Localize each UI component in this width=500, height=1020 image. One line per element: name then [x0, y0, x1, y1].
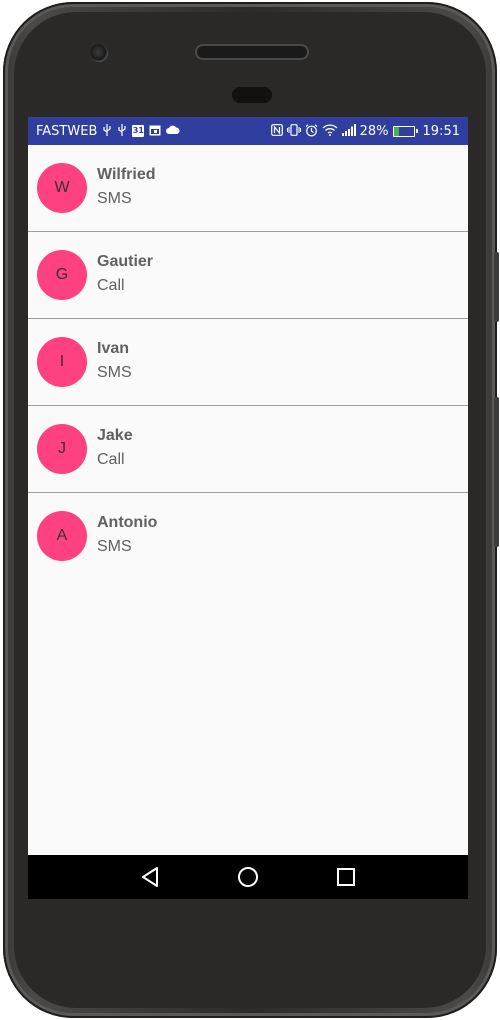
home-button[interactable] [236, 865, 260, 889]
power-button [494, 252, 499, 322]
home-circle-icon [238, 867, 258, 887]
nfc-icon [270, 124, 283, 138]
avatar: A [37, 511, 87, 561]
contact-type: Call [97, 451, 125, 468]
contact-name: Ivan [97, 340, 130, 357]
list-item[interactable]: I Ivan SMS [28, 319, 468, 406]
battery-percent: 28% [359, 123, 389, 139]
contact-type: SMS [97, 190, 132, 207]
avatar: G [37, 250, 87, 300]
cloud-icon [166, 125, 180, 137]
recents-button[interactable] [334, 865, 358, 889]
calendar-icon: 31 [132, 125, 145, 137]
avatar: J [37, 424, 87, 474]
list-item[interactable]: J Jake Call [28, 406, 468, 493]
avatar: I [37, 337, 87, 387]
back-button[interactable] [138, 865, 162, 889]
vibrate-icon [286, 124, 301, 138]
earpiece-speaker [197, 46, 307, 58]
list-item[interactable]: G Gautier Call [28, 232, 468, 319]
usb-icon [117, 124, 127, 138]
back-triangle-icon [142, 867, 158, 887]
status-bar: FASTWEB 31 28% 19:51 [28, 117, 468, 145]
list-item[interactable]: W Wilfried SMS [28, 145, 468, 232]
wifi-icon [322, 124, 338, 138]
contact-name: Wilfried [97, 166, 156, 183]
contact-name: Gautier [97, 253, 154, 270]
screen: FASTWEB 31 28% 19:51 W Wilfried SMS G Ga… [28, 117, 468, 899]
proximity-sensor [232, 87, 272, 103]
contact-type: Call [97, 277, 125, 294]
contact-name: Antonio [97, 514, 158, 531]
alarm-icon [305, 123, 318, 139]
carrier-name: FASTWEB [36, 123, 98, 139]
volume-button [494, 397, 499, 547]
recents-square-icon [337, 868, 355, 886]
contact-list: W Wilfried SMS G Gautier Call I Ivan SMS… [28, 145, 468, 580]
contact-type: SMS [97, 364, 132, 381]
navigation-bar [28, 855, 468, 899]
battery-fill [393, 126, 400, 136]
list-item[interactable]: A Antonio SMS [28, 493, 468, 580]
calendar-event-icon [149, 124, 161, 138]
contact-type: SMS [97, 538, 132, 555]
front-camera [90, 44, 108, 62]
avatar: W [37, 163, 87, 213]
signal-icon [341, 124, 356, 138]
battery-charging-icon [392, 125, 418, 137]
clock: 19:51 [422, 123, 460, 139]
contact-name: Jake [97, 427, 133, 444]
usb-icon [102, 124, 112, 138]
